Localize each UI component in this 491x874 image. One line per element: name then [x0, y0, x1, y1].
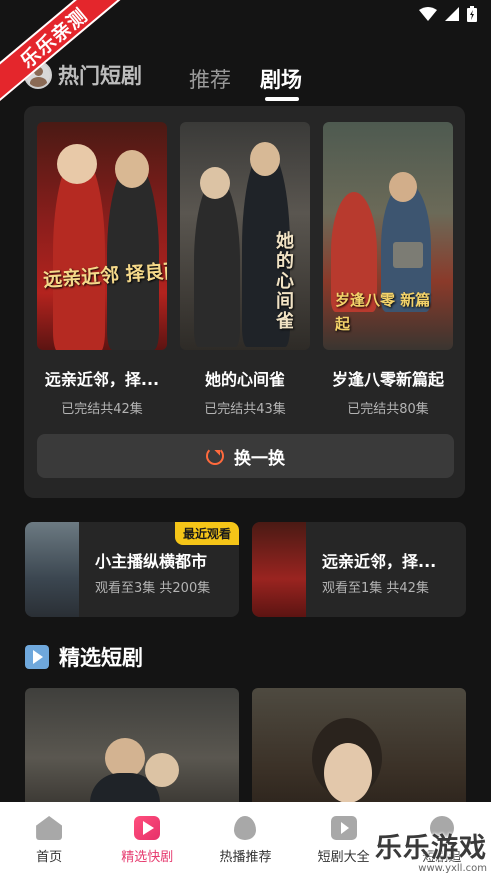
history-item-2[interactable]: 远亲近邻，择... 观看至1集 共42集	[252, 522, 466, 617]
history-meta: 观看至3集 共200集	[95, 581, 211, 596]
featured-drama-2[interactable]: 她的心间雀 她的心间雀 已完结共43集	[180, 122, 310, 417]
featured-card: 远亲近邻 择良而交 远亲近邻，择... 已完结共42集 她的心间雀 她的心间雀 …	[24, 106, 465, 498]
bottom-tab-label: 精选快剧	[121, 850, 174, 865]
featured-drama-1[interactable]: 远亲近邻 择良而交 远亲近邻，择... 已完结共42集	[37, 122, 167, 417]
drama-title: 远亲近邻，择...	[44, 370, 160, 389]
ribbon-text: 乐乐亲测	[0, 0, 136, 110]
history-title: 远亲近邻，择...	[322, 552, 437, 571]
refresh-button[interactable]: 换一换	[37, 434, 454, 478]
history-meta: 观看至1集 共42集	[322, 581, 429, 596]
bottom-tab-selected[interactable]: 精选快剧	[102, 816, 192, 865]
bottom-tab-label: 热播推荐	[219, 850, 272, 865]
history-item-1[interactable]: 最近观看 小主播纵横都市 观看至3集 共200集	[25, 522, 239, 617]
tab-theatre[interactable]: 剧场	[260, 64, 302, 94]
drama-title: 岁逢八零新篇起	[331, 370, 444, 389]
status-icons	[419, 6, 477, 22]
tab-active-indicator	[265, 97, 299, 101]
corner-ribbon: 乐乐亲测	[0, 0, 140, 110]
poster-calligraphy: 她的心间雀	[276, 231, 294, 332]
poster-calligraphy: 岁逢八零 新篇起	[335, 291, 431, 333]
bottom-tab-home[interactable]: 首页	[4, 816, 94, 865]
refresh-label: 换一换	[234, 448, 285, 469]
signal-icon	[445, 7, 459, 21]
refresh-icon	[206, 447, 224, 465]
drama-poster: 远亲近邻 择良而交	[37, 122, 167, 350]
play-icon	[134, 816, 161, 840]
featured-drama-3[interactable]: 岁逢八零 新篇起 岁逢八零新篇起 已完结共80集	[323, 122, 453, 417]
section-title: 精选短剧	[59, 646, 143, 670]
recent-badge: 最近观看	[174, 522, 239, 545]
battery-icon	[467, 6, 477, 22]
drama-poster: 她的心间雀	[180, 122, 310, 350]
drama-poster: 岁逢八零 新篇起	[323, 122, 453, 350]
drama-meta: 已完结共43集	[204, 402, 286, 417]
bottom-tab-label: 短剧大全	[317, 850, 370, 865]
home-icon	[36, 816, 63, 840]
drama-title: 她的心间雀	[204, 370, 285, 389]
fire-icon	[234, 816, 257, 840]
history-thumbnail	[25, 522, 79, 617]
drama-meta: 已完结共80集	[347, 402, 429, 417]
bottom-tab-hot[interactable]: 热播推荐	[200, 816, 290, 865]
tab-recommend[interactable]: 推荐	[189, 64, 231, 94]
section-header: 精选短剧	[25, 642, 143, 672]
section-play-icon	[25, 645, 49, 669]
wifi-icon	[419, 7, 437, 21]
drama-meta: 已完结共42集	[61, 402, 143, 417]
bottom-tab-label: 首页	[36, 850, 63, 865]
history-title: 小主播纵横都市	[95, 552, 208, 571]
history-thumbnail	[252, 522, 306, 617]
watermark-text: 乐乐游戏	[375, 833, 487, 864]
watermark: 乐乐游戏 www.yxll.com	[375, 826, 487, 874]
tv-icon	[330, 816, 357, 840]
